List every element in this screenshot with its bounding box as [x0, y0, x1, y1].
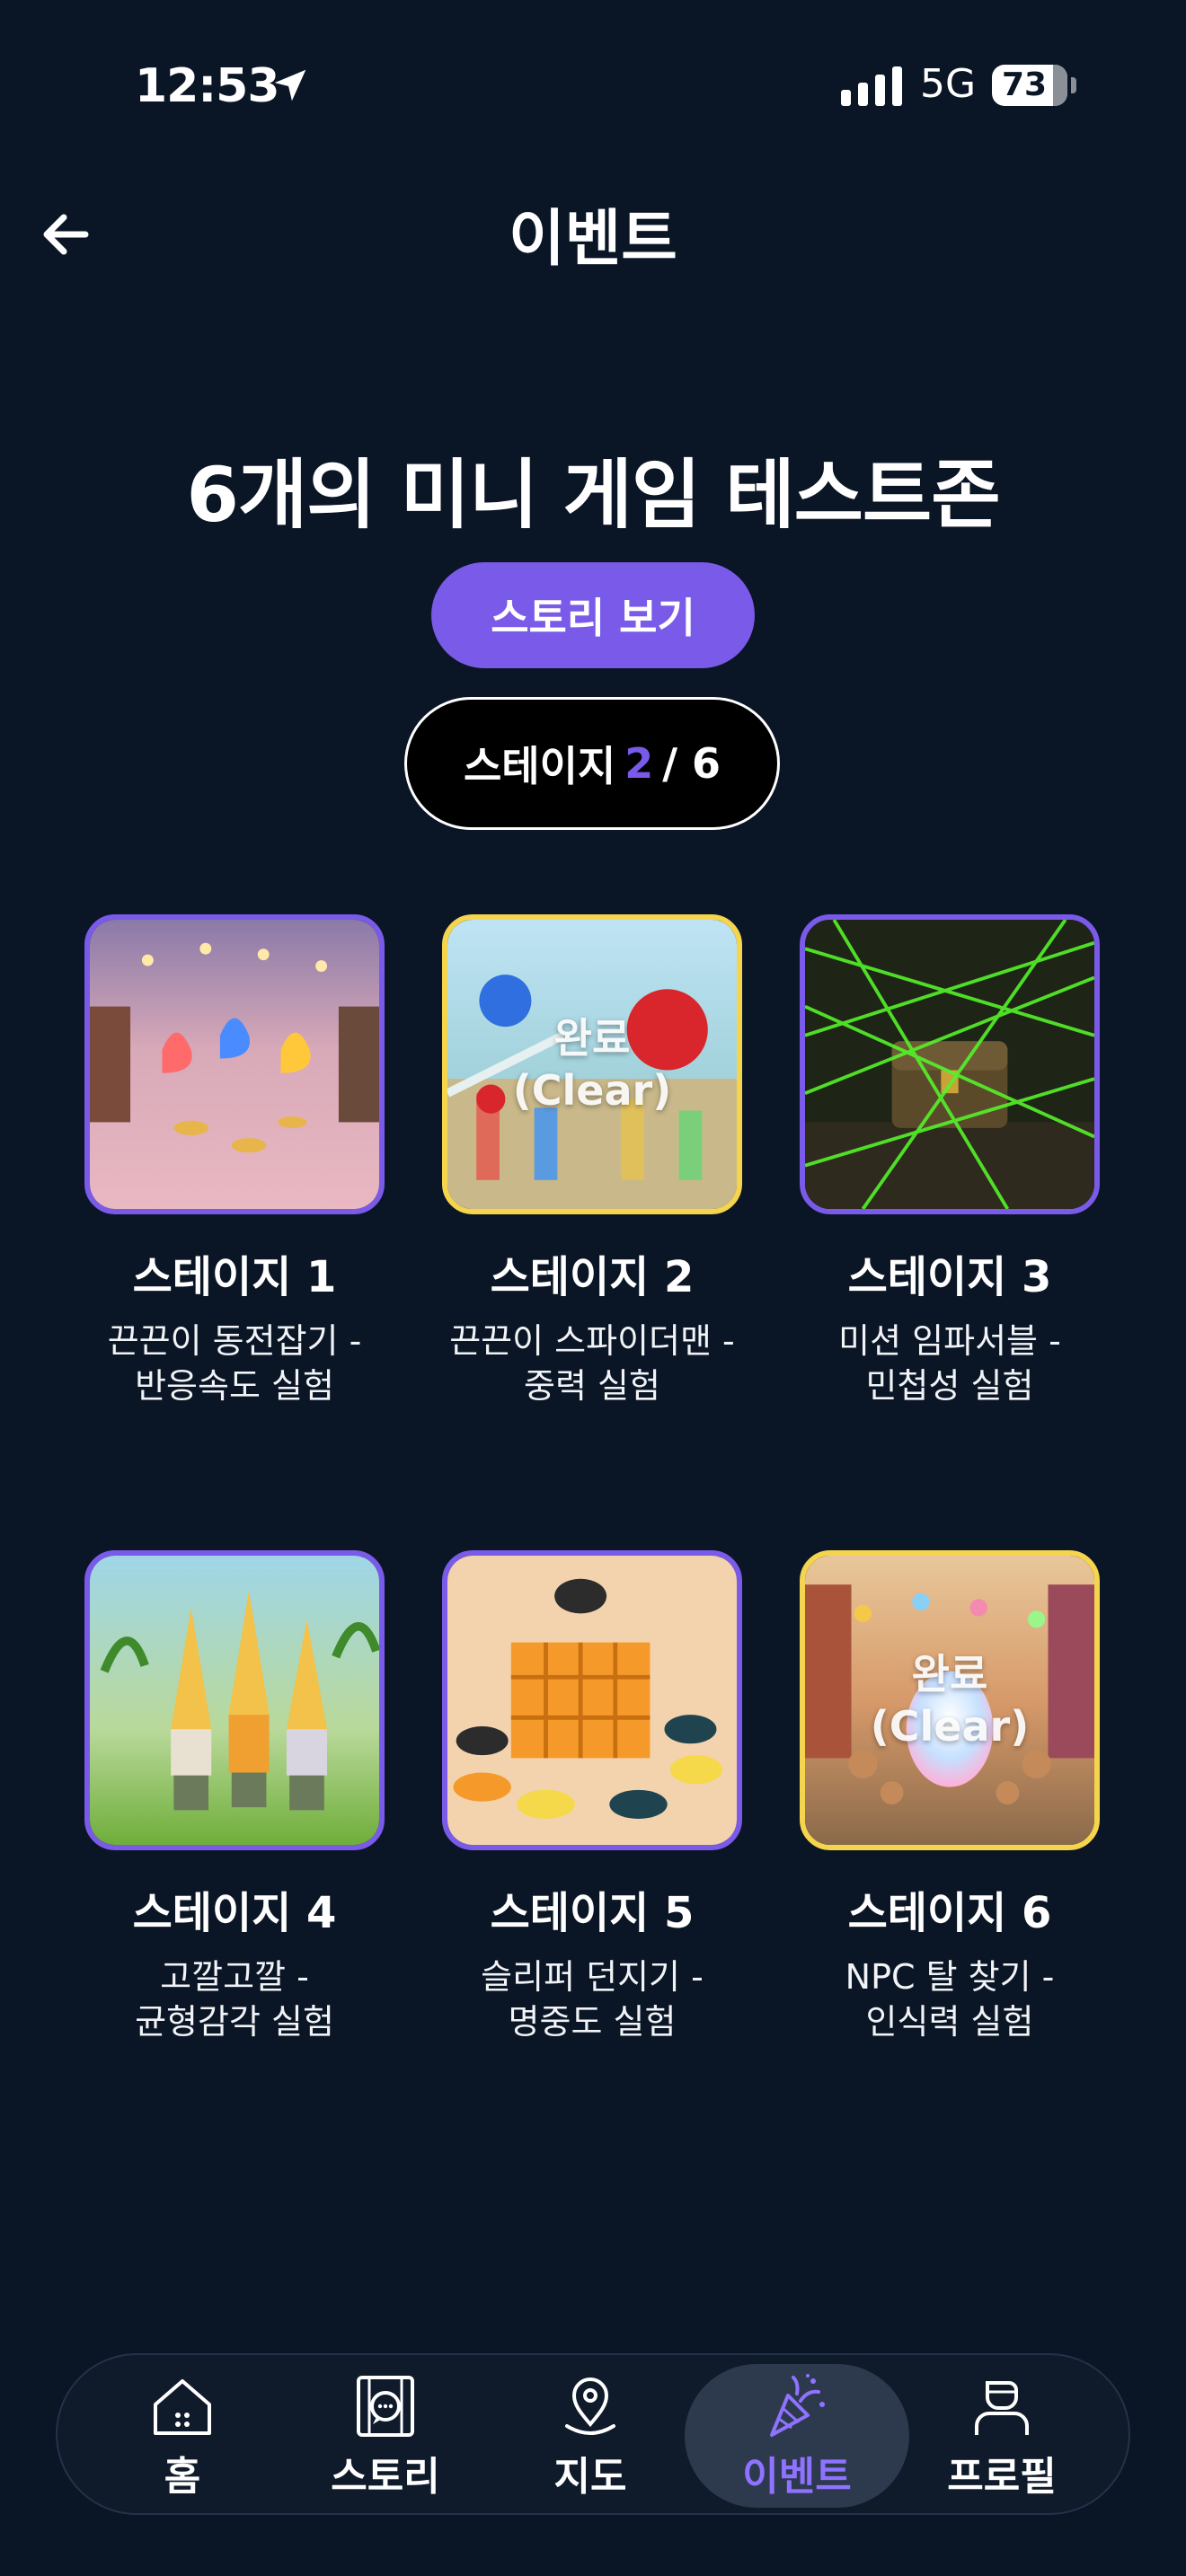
page-title: 이벤트	[509, 204, 677, 275]
stage-card-4[interactable]: 스테이지 4 고깔고깔 - 균형감각 실험	[84, 1550, 390, 2044]
hero-title: 6개의 미니 게임 테스트존	[186, 451, 1001, 539]
stage-3-name: 스테이지 3	[847, 1252, 1052, 1302]
cone-hats-image	[90, 1556, 379, 1845]
stage-5-thumbnail[interactable]	[442, 1550, 742, 1850]
nav-item-event[interactable]: 이벤트	[685, 2364, 909, 2508]
stage-card-1[interactable]: 스테이지 1 끈끈이 동전잡기 - 반응속도 실험	[84, 914, 390, 1408]
stage-3-thumbnail[interactable]	[800, 914, 1100, 1214]
stage-2-description: 끈끈이 스파이더맨 - 중력 실험	[449, 1321, 735, 1406]
network-label: 5G	[920, 61, 977, 107]
stage-4-name: 스테이지 4	[132, 1888, 337, 1938]
slipper-basket-image	[447, 1556, 737, 1845]
profile-icon	[975, 2381, 1029, 2435]
battery-tip	[1071, 77, 1076, 93]
nav-item-map[interactable]: 지도	[478, 2364, 703, 2508]
status-bar: 12:53 5G 73	[0, 56, 1186, 119]
stage-card-3[interactable]: 스테이지 3 미션 임파서블 - 민첩성 실험	[800, 914, 1105, 1408]
stage-6-name: 스테이지 6	[847, 1888, 1052, 1938]
battery-percent: 73	[1001, 66, 1048, 103]
nav-label-event: 이벤트	[742, 2454, 852, 2500]
event-page: 12:53 5G 73 이벤트 6개의 미니 게임 테스트존 스토리 보기 스테…	[0, 0, 1186, 2576]
stage-1-description: 끈끈이 동전잡기 - 반응속도 실험	[107, 1321, 362, 1406]
story-book-icon	[357, 2376, 414, 2437]
nav-label-story: 스토리	[331, 2454, 440, 2500]
stage-4-thumbnail[interactable]	[84, 1550, 385, 1850]
stage-progress-total: / 6	[662, 739, 721, 788]
stage-progress-current: 2	[624, 739, 654, 788]
stage-2-name: 스테이지 2	[490, 1252, 695, 1302]
stage-6-description: NPC 탈 찾기 - 인식력 실험	[845, 1957, 1055, 2042]
bottom-nav: 홈 스토리 지도 이벤트 프로필	[56, 2353, 1130, 2515]
nav-item-story[interactable]: 스토리	[273, 2364, 498, 2508]
stage-progress-pill: 스테이지 2 / 6	[404, 697, 780, 830]
party-popper-icon	[770, 2374, 825, 2437]
stage-progress-prefix: 스테이지	[463, 742, 616, 790]
stage-4-description: 고깔고깔 - 균형감각 실험	[135, 1957, 334, 2042]
stage-6-thumbnail[interactable]: 완료 (Clear)	[800, 1550, 1100, 1850]
battery-icon: 73	[992, 65, 1067, 106]
home-icon	[154, 2379, 211, 2435]
nav-label-profile: 프로필	[947, 2454, 1057, 2500]
stage-card-2[interactable]: 완료 (Clear) 스테이지 2 끈끈이 스파이더맨 - 중력 실험	[442, 914, 748, 1408]
laser-treasure-image	[805, 920, 1094, 1209]
stage-1-name: 스테이지 1	[132, 1252, 337, 1302]
nav-label-home: 홈	[164, 2454, 201, 2500]
nav-item-home[interactable]: 홈	[70, 2364, 295, 2508]
stage-3-description: 미션 임파서블 - 민첩성 실험	[838, 1321, 1061, 1406]
status-time: 12:53	[135, 59, 280, 113]
location-arrow-icon	[274, 69, 306, 101]
coin-catch-image	[90, 920, 379, 1209]
view-story-button[interactable]: 스토리 보기	[431, 562, 755, 668]
nav-item-profile[interactable]: 프로필	[890, 2364, 1114, 2508]
stage-card-6[interactable]: 완료 (Clear) 스테이지 6 NPC 탈 찾기 - 인식력 실험	[800, 1550, 1105, 2044]
stage-card-5[interactable]: 스테이지 5 슬리퍼 던지기 - 명중도 실험	[442, 1550, 748, 2044]
stage-5-description: 슬리퍼 던지기 - 명중도 실험	[481, 1957, 704, 2042]
stage-1-thumbnail[interactable]	[84, 914, 385, 1214]
nav-label-map: 지도	[553, 2454, 627, 2500]
map-pin-icon	[565, 2378, 615, 2435]
stage-6-clear-overlay: 완료 (Clear)	[870, 1650, 1030, 1751]
stage-2-clear-overlay: 완료 (Clear)	[512, 1014, 672, 1115]
cellular-signal-icon	[841, 66, 902, 106]
stage-2-thumbnail[interactable]: 완료 (Clear)	[442, 914, 742, 1214]
stage-5-name: 스테이지 5	[490, 1888, 695, 1938]
